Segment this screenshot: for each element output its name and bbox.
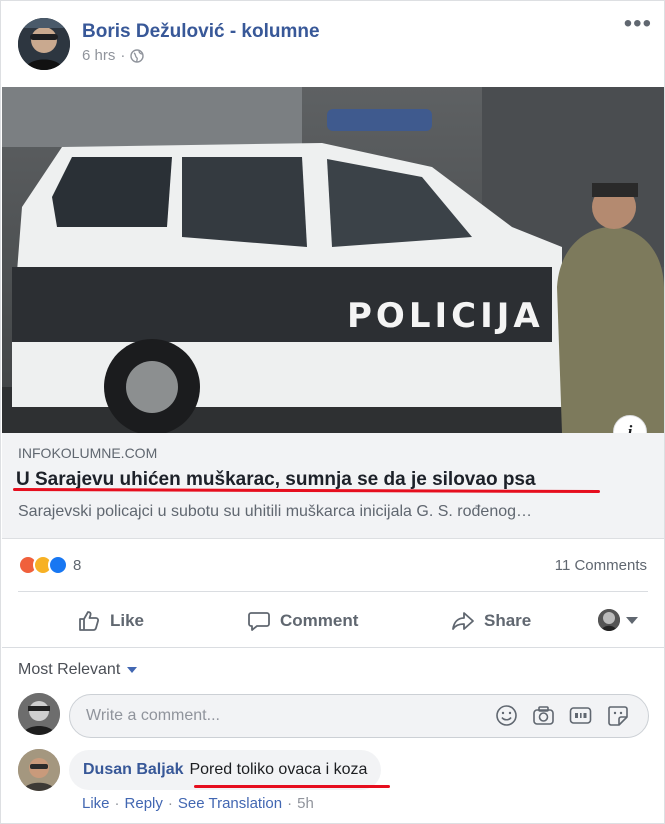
reactions-summary[interactable]: 8: [18, 555, 81, 575]
separator: ·: [167, 795, 173, 812]
like-reaction-icon: [48, 555, 68, 575]
comment-input-tools: [495, 704, 629, 727]
current-user-avatar[interactable]: [18, 693, 60, 735]
emoji-icon[interactable]: [495, 704, 518, 727]
post-meta: 6 hrs ·: [82, 47, 145, 64]
link-preview-meta[interactable]: INFOKOLUMNE.COM U Sarajevu uhićen muškar…: [2, 433, 664, 539]
author-name[interactable]: Boris Dežulović - kolumne: [82, 21, 320, 43]
share-arrow-icon: [452, 612, 474, 630]
camera-icon[interactable]: [532, 704, 555, 727]
see-translation-link[interactable]: See Translation: [178, 795, 282, 812]
gif-icon[interactable]: [569, 704, 592, 727]
post-time[interactable]: 6 hrs: [82, 47, 115, 64]
separator: ·: [114, 795, 120, 812]
comment-time[interactable]: 5h: [297, 795, 314, 812]
meta-separator: ·: [120, 47, 126, 64]
reaction-count: 8: [73, 556, 82, 574]
comment-annotation-underline: [194, 785, 390, 788]
react-as-selector[interactable]: [598, 609, 638, 631]
like-button[interactable]: Like: [77, 599, 144, 643]
chevron-down-icon: [127, 667, 138, 673]
image-police-text: POLICIJA: [347, 296, 544, 336]
separator: ·: [287, 795, 293, 812]
globe-icon: [130, 48, 145, 63]
thumbs-up-icon: [79, 611, 100, 631]
link-domain: INFOKOLUMNE.COM: [18, 445, 158, 461]
comment-button[interactable]: Comment: [247, 599, 358, 643]
divider: [2, 647, 664, 648]
author-avatar[interactable]: [18, 18, 70, 70]
comment-like-link[interactable]: Like: [82, 795, 110, 812]
sort-label: Most Relevant: [18, 661, 121, 678]
action-bar: Like Comment Share: [18, 599, 648, 643]
comment-text: Pored toliko ovaca i koza: [189, 761, 368, 778]
link-preview-image[interactable]: POLICIJA: [2, 87, 664, 433]
commenter-avatar[interactable]: [18, 749, 60, 791]
like-label: Like: [110, 611, 145, 630]
comment-author[interactable]: Dusan Baljak: [83, 761, 183, 779]
comment-sort-dropdown[interactable]: Most Relevant: [18, 661, 138, 679]
chevron-down-icon: [626, 616, 638, 624]
share-label: Share: [484, 611, 532, 630]
comment-bubble: Dusan Baljak Pored toliko ovaca i koza: [69, 750, 382, 790]
more-options-icon[interactable]: •••: [624, 12, 652, 36]
link-description: Sarajevski policajci u subotu su uhitili…: [18, 503, 533, 520]
comment-label: Comment: [280, 611, 359, 630]
share-button[interactable]: Share: [451, 599, 531, 643]
sticker-icon[interactable]: [606, 704, 629, 727]
post-card: Boris Dežulović - kolumne 6 hrs · ••• PO…: [0, 0, 665, 824]
page-avatar-small: [598, 609, 620, 631]
comment-reply-link[interactable]: Reply: [125, 795, 163, 812]
comment-bubble-icon: [248, 612, 270, 631]
post-header: Boris Dežulović - kolumne 6 hrs · •••: [1, 1, 664, 87]
comment-count-link[interactable]: 11 Comments: [555, 557, 647, 574]
comment-actions: Like · Reply · See Translation · 5h: [82, 795, 314, 812]
divider: [18, 591, 648, 592]
